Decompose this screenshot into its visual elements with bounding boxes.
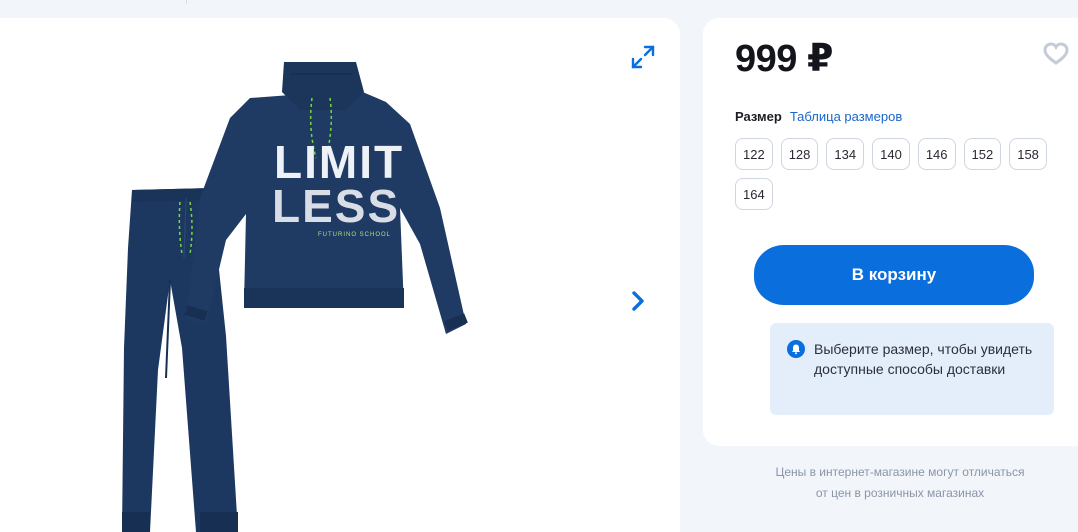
print-line-2: LESS (272, 180, 400, 232)
favorite-button[interactable] (1041, 40, 1071, 68)
product-image[interactable]: LIMIT LESS FUTURINO SCHOOL (0, 18, 680, 532)
size-label: Размер (735, 109, 782, 124)
disclaimer-line-2: от цен в розничных магазинах (815, 486, 985, 500)
page-top-strip (0, 0, 1078, 18)
price-disclaimer: Цены в интернет-магазине могут отличатьс… (740, 462, 1060, 504)
print-brand: FUTURINO SCHOOL (318, 232, 391, 238)
size-table-link[interactable]: Таблица размеров (790, 109, 902, 124)
size-option[interactable]: 146 (917, 138, 956, 170)
add-to-cart-button[interactable]: В корзину (754, 245, 1034, 305)
buy-box: 999 ₽ Размер Таблица размеров 122 128 13… (703, 18, 1078, 446)
delivery-info-note: Выберите размер, чтобы увидеть доступные… (770, 323, 1054, 415)
size-option[interactable]: 128 (780, 138, 819, 170)
size-option[interactable]: 122 (735, 138, 773, 170)
chevron-right-icon (632, 291, 644, 311)
bell-icon (787, 340, 805, 358)
size-option[interactable]: 134 (826, 138, 865, 170)
heart-icon (1043, 42, 1069, 65)
product-gallery: LIMIT LESS FUTURINO SCHOOL (0, 18, 680, 532)
size-option[interactable]: 140 (872, 138, 910, 170)
delivery-note-text: Выберите размер, чтобы увидеть доступные… (814, 341, 1033, 377)
size-option[interactable]: 152 (963, 138, 1002, 170)
expand-button[interactable] (628, 42, 658, 72)
size-header: Размер Таблица размеров (735, 109, 902, 124)
expand-arrows-icon (631, 45, 655, 69)
size-option[interactable]: 158 (1009, 138, 1047, 170)
disclaimer-line-1: Цены в интернет-магазине могут отличатьс… (775, 465, 1025, 479)
next-image-button[interactable] (624, 286, 652, 316)
sweatshirt-illustration: LIMIT LESS FUTURINO SCHOOL (184, 62, 468, 334)
size-option[interactable]: 164 (735, 178, 773, 210)
divider (186, 0, 187, 4)
price: 999 ₽ (735, 38, 833, 80)
size-selector: 122 128 134 140 146 152 158 164 (735, 138, 1055, 210)
